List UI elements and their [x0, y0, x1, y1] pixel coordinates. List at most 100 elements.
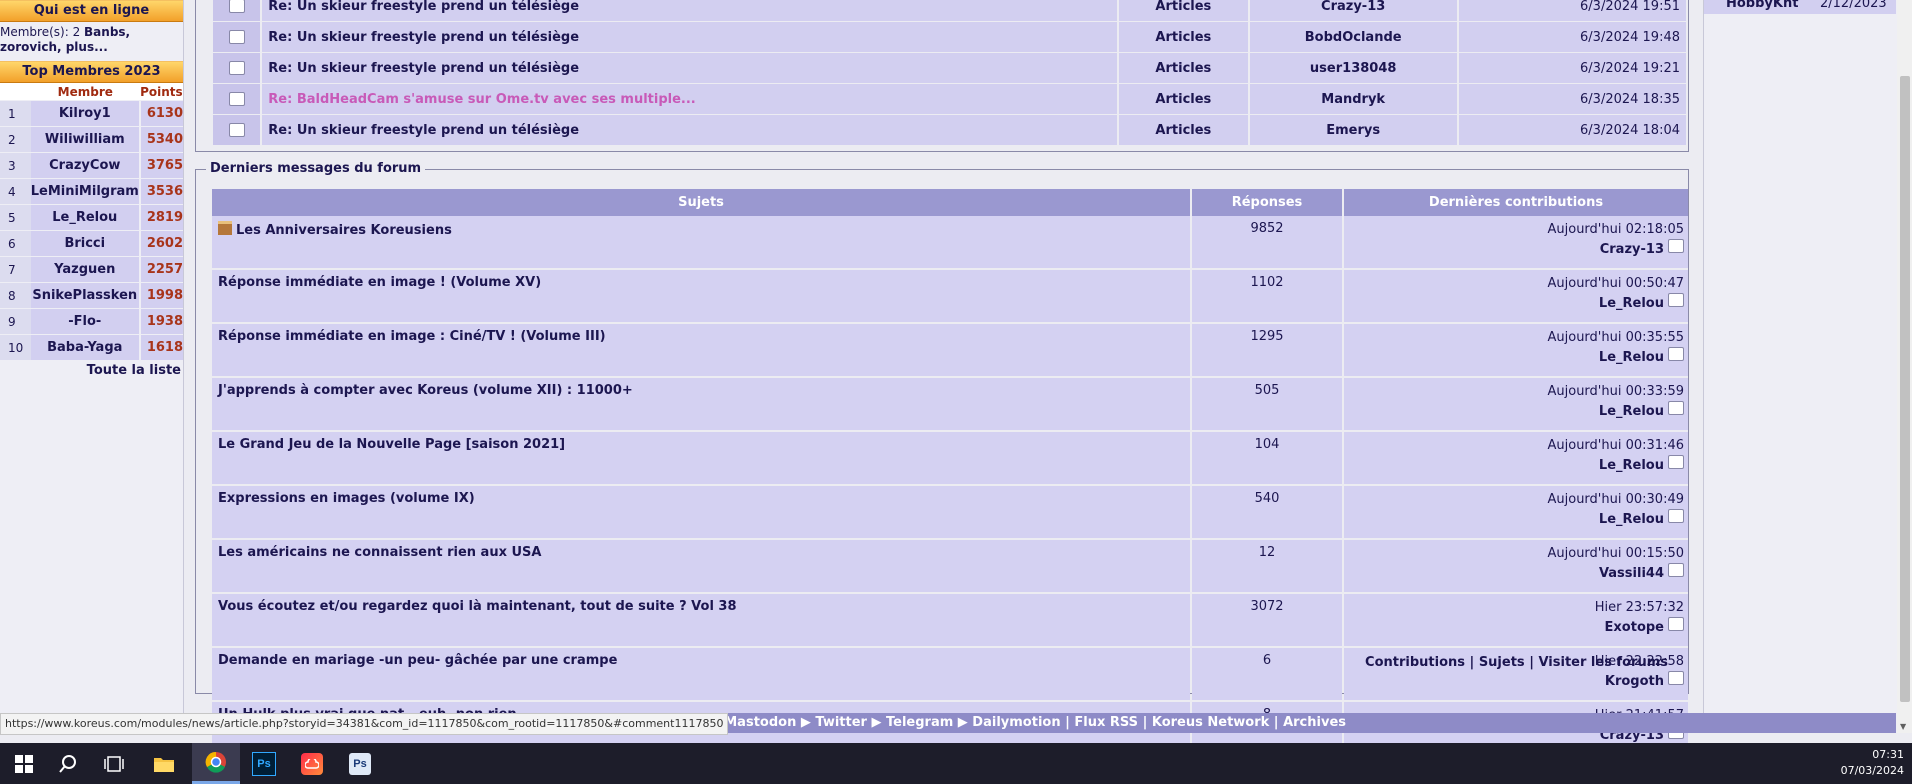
member-name[interactable]: CrazyCow — [30, 152, 140, 179]
article-user[interactable]: BobdOclande — [1249, 22, 1457, 53]
forum-subject[interactable]: Réponse immédiate en image ! (Volume XV) — [218, 275, 541, 290]
forum-last-author[interactable]: Le_Relou — [1599, 512, 1664, 527]
go-to-post-icon[interactable] — [1668, 239, 1684, 253]
go-to-post-icon[interactable] — [1668, 347, 1684, 361]
article-row: Re: Un skieur freestyle prend un télésiè… — [213, 115, 1686, 146]
member-points: 6130 — [138, 100, 183, 127]
forum-subject[interactable]: Réponse immédiate en image : Ciné/TV ! (… — [218, 329, 606, 344]
member-points: 1618 — [138, 334, 183, 360]
forum-last-author[interactable]: Krogoth — [1605, 674, 1664, 689]
visit-forums-link[interactable]: Visiter les forums — [1538, 655, 1668, 670]
online-prefix: Membre(s): 2 — [0, 25, 85, 39]
chrome-icon[interactable] — [192, 743, 240, 784]
member-rank: 6 — [0, 230, 31, 257]
windows-start-icon[interactable] — [0, 743, 48, 784]
forum-last-author[interactable]: Le_Relou — [1599, 296, 1664, 311]
system-clock[interactable]: 07:31 07/03/2024 — [1841, 747, 1904, 779]
forum-replies: 540 — [1192, 486, 1342, 540]
article-row: Re: Un skieur freestyle prend un télésiè… — [213, 22, 1686, 53]
member-name[interactable]: -Flo- — [30, 308, 140, 335]
article-title[interactable]: Re: Un skieur freestyle prend un télésiè… — [262, 115, 1118, 146]
forum-last-author[interactable]: Vassili44 — [1599, 566, 1664, 581]
article-category[interactable]: Articles — [1119, 84, 1248, 115]
go-to-post-icon[interactable] — [1668, 617, 1684, 631]
article-title[interactable]: Re: BaldHeadCam s'amuse sur Ome.tv avec … — [262, 84, 1118, 115]
scrollbar-thumb[interactable] — [1900, 76, 1910, 702]
member-name[interactable]: Kilroy1 — [30, 100, 140, 127]
forum-subject[interactable]: Le Grand Jeu de la Nouvelle Page [saison… — [218, 437, 565, 452]
contributions-link[interactable]: Contributions — [1365, 655, 1465, 670]
article-category[interactable]: Articles — [1119, 22, 1248, 53]
forum-last-time: Aujourd'hui 00:33:59 — [1547, 384, 1685, 399]
task-view-icon[interactable] — [90, 743, 138, 784]
go-to-post-icon[interactable] — [1668, 671, 1684, 685]
member-rank: 10 — [0, 334, 31, 360]
member-name[interactable]: Yazguen — [30, 256, 140, 283]
member-name[interactable]: Le_Relou — [30, 204, 140, 231]
go-to-post-icon[interactable] — [1668, 401, 1684, 415]
forum-last-time: Aujourd'hui 00:35:55 — [1547, 330, 1685, 345]
go-to-post-icon[interactable] — [1668, 563, 1684, 577]
article-user[interactable]: Mandryk — [1249, 84, 1457, 115]
article-category[interactable]: Articles — [1119, 115, 1248, 146]
forum-last-time: Aujourd'hui 00:50:47 — [1547, 276, 1685, 291]
member-name[interactable]: Wiliwilliam — [30, 126, 140, 153]
article-category[interactable]: Articles — [1119, 0, 1248, 22]
top-member-row: 10 Baba-Yaga 1618 — [0, 334, 183, 360]
member-rank: 8 — [0, 282, 31, 309]
forum-subject[interactable]: Vous écoutez et/ou regardez quoi là main… — [218, 599, 737, 614]
creative-cloud-icon[interactable] — [288, 743, 336, 784]
forum-last-author[interactable]: Crazy-13 — [1600, 242, 1664, 257]
forum-subject[interactable]: Demande en mariage -un peu- gâchée par u… — [218, 653, 617, 668]
forum-last-time: Aujourd'hui 00:15:50 — [1547, 546, 1685, 561]
forum-replies: 9852 — [1192, 216, 1342, 270]
file-explorer-icon[interactable] — [140, 743, 188, 784]
top-member-row: 9 -Flo- 1938 — [0, 308, 183, 335]
photoshop-icon[interactable]: Ps — [240, 743, 288, 784]
article-user[interactable]: Emerys — [1249, 115, 1457, 146]
subjects-link[interactable]: Sujets — [1479, 655, 1525, 670]
social-links[interactable]: : ▶ Mastodon ▶ Twitter ▶ Telegram ▶ Dail… — [700, 713, 1346, 733]
go-to-post-icon[interactable] — [1668, 293, 1684, 307]
member-points: 1998 — [138, 282, 183, 309]
go-to-post-icon[interactable] — [1668, 455, 1684, 469]
forum-subject[interactable]: Les américains ne connaissent rien aux U… — [218, 545, 541, 560]
article-category[interactable]: Articles — [1119, 53, 1248, 84]
taskbar: Ps Ps 07:31 07/03/2024 — [0, 743, 1912, 784]
forum-last-author[interactable]: Exotope — [1605, 620, 1664, 635]
right-member-name[interactable]: HobbyKnt — [1726, 0, 1798, 11]
forum-subject[interactable]: Expressions en images (volume IX) — [218, 491, 475, 506]
forum-subject[interactable]: J'apprends à compter avec Koreus (volume… — [218, 383, 633, 398]
photoshop-alt-icon[interactable]: Ps — [336, 743, 384, 784]
forum-last-author[interactable]: Le_Relou — [1599, 458, 1664, 473]
forum-box: Derniers messages du forum Sujets Répons… — [195, 161, 1689, 756]
forum-row: Vous écoutez et/ou regardez quoi là main… — [212, 594, 1688, 648]
member-name[interactable]: SnikePlassken — [30, 282, 140, 309]
scrollbar[interactable]: ▼ — [1897, 0, 1912, 733]
article-title[interactable]: Re: Un skieur freestyle prend un télésiè… — [262, 22, 1118, 53]
top-member-row: 1 Kilroy1 6130 — [0, 100, 183, 127]
member-rank: 2 — [0, 126, 31, 153]
article-user[interactable]: Crazy-13 — [1249, 0, 1457, 22]
article-title[interactable]: Re: Un skieur freestyle prend un télésiè… — [262, 0, 1118, 22]
member-points: 2819 — [138, 204, 183, 231]
go-to-post-icon[interactable] — [1668, 509, 1684, 523]
forum-last-author[interactable]: Le_Relou — [1599, 404, 1664, 419]
forum-row: Les Anniversaires Koreusiens 9852 Aujourd'… — [212, 216, 1688, 270]
member-name[interactable]: LeMiniMilgram — [30, 178, 140, 205]
search-icon[interactable] — [44, 743, 92, 784]
right-sidebar: HobbyKnt 2/12/2023 ▼ — [1703, 0, 1912, 733]
forum-last-author[interactable]: Le_Relou — [1599, 350, 1664, 365]
member-points: 2602 — [138, 230, 183, 257]
all-list-link[interactable]: Toute la liste — [0, 363, 183, 378]
scroll-down-icon[interactable]: ▼ — [1900, 722, 1906, 731]
member-name[interactable]: Baba-Yaga — [30, 334, 140, 360]
member-points: 3765 — [138, 152, 183, 179]
clock-date: 07/03/2024 — [1840, 764, 1904, 777]
forum-subject[interactable]: Les Anniversaires Koreusiens — [236, 223, 452, 238]
top-member-row: 3 CrazyCow 3765 — [0, 152, 183, 179]
top-member-row: 4 LeMiniMilgram 3536 — [0, 178, 183, 205]
article-title[interactable]: Re: Un skieur freestyle prend un télésiè… — [262, 53, 1118, 84]
member-name[interactable]: Bricci — [30, 230, 140, 257]
article-user[interactable]: user138048 — [1249, 53, 1457, 84]
